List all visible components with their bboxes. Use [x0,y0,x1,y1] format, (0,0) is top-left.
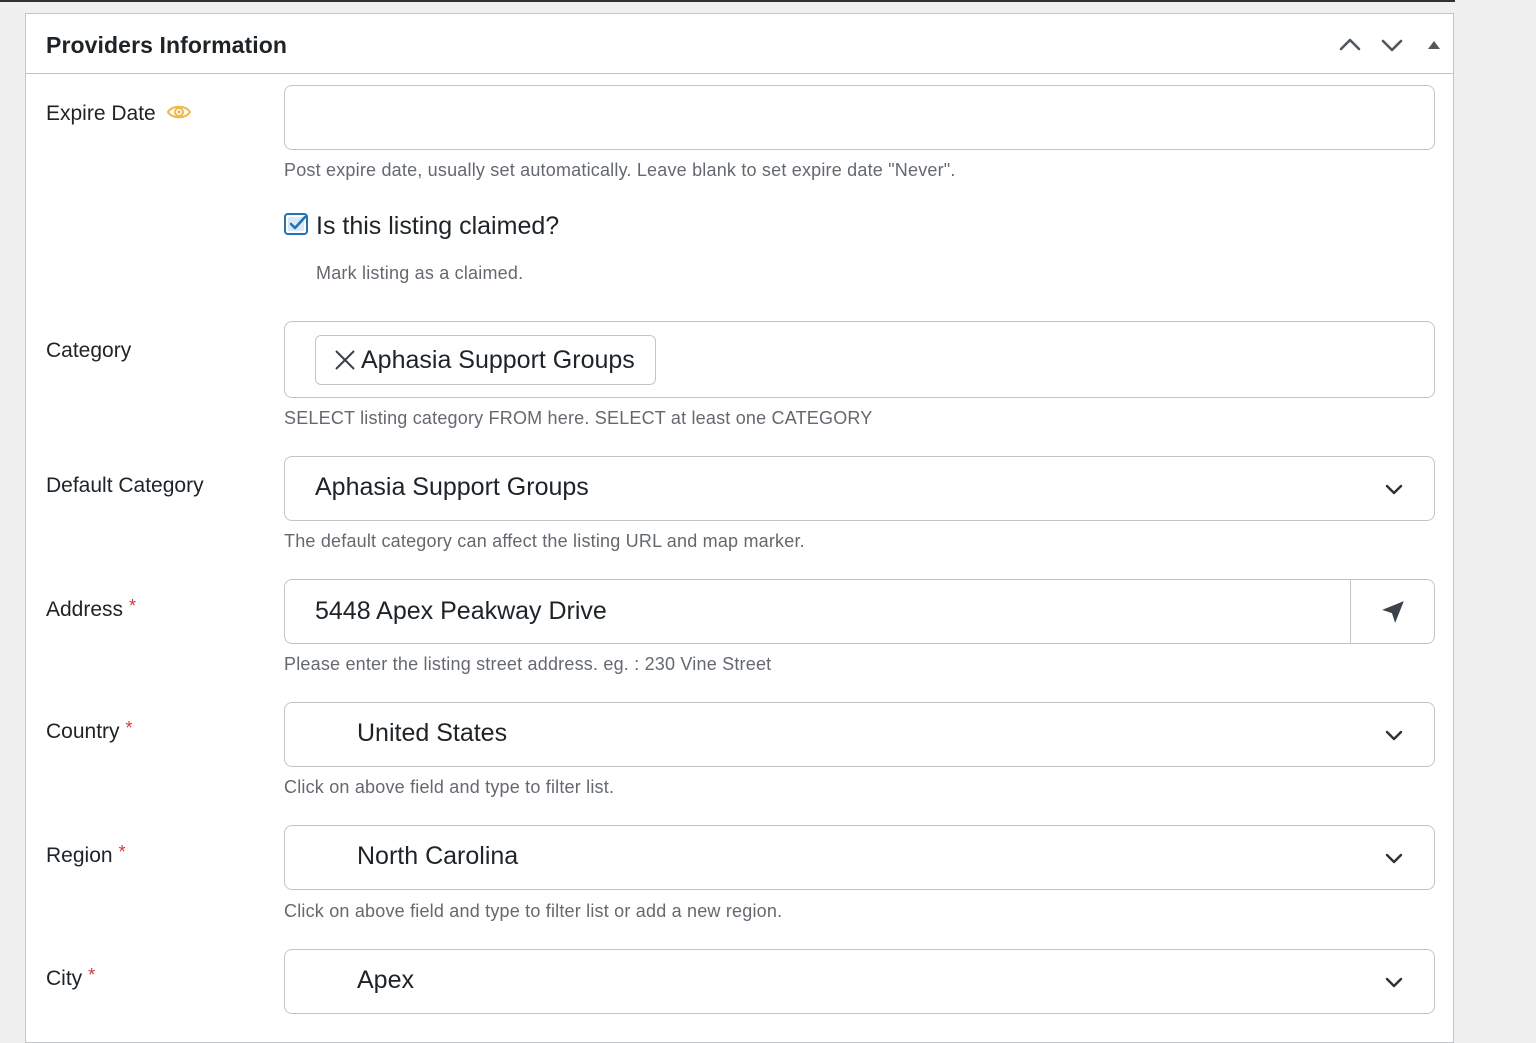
chevron-down-icon [1385,730,1403,741]
claimed-checkbox[interactable] [284,213,308,237]
chevron-down-icon [1385,977,1403,988]
country-label: Country * [46,718,133,744]
providers-information-panel: Providers Information Expire Date Post e… [25,13,1454,1043]
required-mark: * [129,596,137,616]
remove-category-tag-button[interactable] [333,348,357,372]
region-label: Region * [46,842,126,868]
default-category-value: Aphasia Support Groups [315,473,589,501]
location-arrow-icon [1381,600,1404,623]
chevron-down-icon [1385,484,1403,495]
expire-date-description: Post expire date, usually set automatica… [284,160,956,180]
panel-header: Providers Information [26,14,1453,74]
expire-date-input[interactable] [285,86,1434,149]
category-tag-label: Aphasia Support Groups [361,345,635,374]
region-description: Click on above field and type to filter … [284,901,783,921]
collapse-panel-button[interactable] [1419,30,1449,60]
country-select[interactable]: United States [284,702,1435,767]
move-up-button[interactable] [1335,30,1365,60]
move-down-button[interactable] [1377,30,1407,60]
expire-date-label-text: Expire Date [46,102,156,125]
address-description: Please enter the listing street address.… [284,654,772,674]
triangle-up-icon [1428,41,1440,49]
category-tag: Aphasia Support Groups [315,335,656,385]
panel-title: Providers Information [46,32,288,58]
chevron-up-icon [1339,38,1361,51]
required-mark: * [118,842,126,862]
city-label-text: City [46,967,83,990]
category-description: SELECT listing category FROM here. SELEC… [284,408,873,428]
address-field [284,579,1435,644]
default-category-label: Default Category [46,474,204,497]
region-value: North Carolina [357,842,519,870]
chevron-down-icon [1385,853,1403,864]
region-select[interactable]: North Carolina [284,825,1435,890]
claimed-checkbox-label[interactable]: Is this listing claimed? [316,212,559,241]
default-category-description: The default category can affect the list… [284,531,805,551]
close-icon [335,350,355,370]
city-label: City * [46,965,96,991]
city-select[interactable]: Apex [284,949,1435,1014]
address-label-text: Address [46,598,124,621]
expire-date-label: Expire Date [46,102,192,126]
chevron-down-icon [1381,39,1403,52]
country-value: United States [357,719,508,747]
locate-address-button[interactable] [1350,580,1434,643]
eye-icon [166,105,191,119]
top-border-line [0,0,1455,2]
category-label: Category [46,339,132,362]
country-label-text: Country [46,720,120,743]
address-input[interactable] [285,580,1352,643]
category-multiselect[interactable]: Aphasia Support Groups [284,321,1435,398]
claimed-description: Mark listing as a claimed. [316,263,524,283]
default-category-select[interactable]: Aphasia Support Groups [284,456,1435,521]
address-label: Address * [46,596,137,622]
city-value: Apex [357,966,414,994]
required-mark: * [125,718,133,738]
country-description: Click on above field and type to filter … [284,777,615,797]
region-label-text: Region [46,844,113,867]
required-mark: * [88,965,96,985]
expire-date-field [284,85,1435,150]
